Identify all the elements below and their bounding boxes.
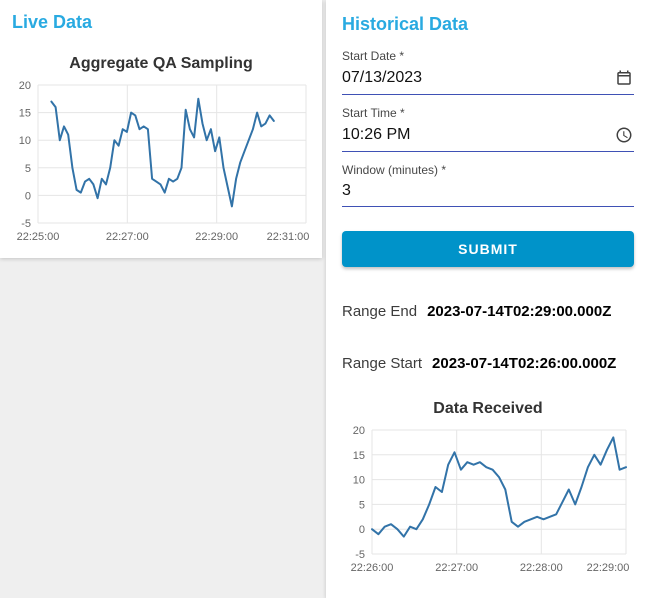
- historical-data-panel: Historical Data Start Date * Start Time …: [326, 0, 650, 598]
- historical-chart: Data Received -5 0 5 10 15 20 22:26:00 22:27:00…: [342, 400, 634, 584]
- svg-text:20: 20: [353, 425, 365, 437]
- svg-text:-5: -5: [355, 549, 365, 561]
- svg-text:5: 5: [359, 499, 365, 511]
- app-root: Live Data Aggregate QA Sampling -5 0 5 10 15…: [0, 0, 650, 598]
- svg-text:22:29:00: 22:29:00: [587, 562, 630, 574]
- window-minutes-label: Window (minutes) *: [342, 163, 447, 177]
- svg-text:22:31:00: 22:31:00: [267, 231, 310, 243]
- svg-text:10: 10: [353, 475, 365, 487]
- calendar-icon[interactable]: [614, 68, 634, 88]
- live-data-heading: Live Data: [12, 12, 93, 32]
- window-minutes-field: Window (minutes) *: [342, 163, 634, 207]
- live-chart-title: Aggregate QA Sampling: [69, 55, 253, 72]
- live-data-panel: Live Data Aggregate QA Sampling -5 0 5 10 15…: [0, 0, 322, 258]
- live-chart: Aggregate QA Sampling -5 0 5 10 15 20 22:25:00…: [8, 55, 314, 253]
- start-time-label: Start Time *: [342, 106, 405, 120]
- start-date-label: Start Date *: [342, 49, 405, 63]
- svg-text:0: 0: [359, 524, 365, 536]
- window-minutes-input[interactable]: [342, 182, 634, 200]
- svg-text:15: 15: [19, 108, 31, 120]
- start-time-input-row: [342, 120, 634, 152]
- live-data-column: Live Data Aggregate QA Sampling -5 0 5 10 15…: [0, 0, 322, 598]
- svg-text:22:26:00: 22:26:00: [351, 562, 394, 574]
- start-time-input[interactable]: [342, 126, 614, 144]
- svg-text:-5: -5: [21, 218, 31, 230]
- svg-text:20: 20: [19, 80, 31, 92]
- svg-text:22:27:00: 22:27:00: [106, 231, 149, 243]
- range-start-row: Range Start 2023-07-14T02:26:00.000Z: [342, 355, 634, 372]
- start-date-input[interactable]: [342, 69, 614, 87]
- svg-text:15: 15: [353, 450, 365, 462]
- historical-chart-canvas: -5 0 5 10 15 20 22:26:00 22:27:00 22:28:00 22:29:…: [342, 422, 634, 584]
- historical-data-heading: Historical Data: [342, 14, 469, 34]
- svg-text:22:29:00: 22:29:00: [195, 231, 238, 243]
- svg-text:10: 10: [19, 135, 31, 147]
- historical-chart-title: Data Received: [433, 400, 543, 417]
- live-chart-canvas: -5 0 5 10 15 20 22:25:00 22:27:00 22:29:00 22:31:…: [8, 77, 314, 253]
- start-time-field: Start Time *: [342, 106, 634, 152]
- clock-icon[interactable]: [614, 125, 634, 145]
- start-date-input-row: [342, 63, 634, 95]
- svg-text:22:28:00: 22:28:00: [520, 562, 563, 574]
- range-end-value: 2023-07-14T02:29:00.000Z: [427, 303, 612, 320]
- range-start-value: 2023-07-14T02:26:00.000Z: [432, 355, 617, 372]
- submit-button[interactable]: SUBMIT: [342, 231, 634, 267]
- svg-text:5: 5: [25, 163, 31, 175]
- range-end-row: Range End 2023-07-14T02:29:00.000Z: [342, 303, 634, 320]
- svg-text:22:25:00: 22:25:00: [17, 231, 60, 243]
- range-end-label: Range End: [342, 303, 418, 320]
- range-start-label: Range Start: [342, 355, 423, 372]
- svg-text:22:27:00: 22:27:00: [435, 562, 478, 574]
- start-date-field: Start Date *: [342, 49, 634, 95]
- window-minutes-input-row: [342, 177, 634, 207]
- svg-text:0: 0: [25, 190, 31, 202]
